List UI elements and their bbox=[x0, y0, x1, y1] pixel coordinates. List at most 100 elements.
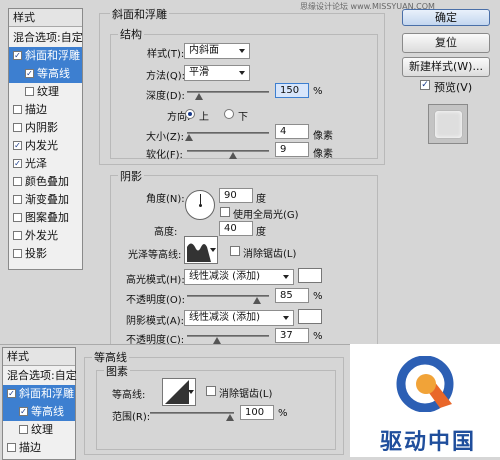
style-list-item-checkbox[interactable]: ✓ bbox=[13, 141, 22, 150]
style-list-item[interactable]: 渐变叠加 bbox=[9, 191, 82, 209]
range-input[interactable]: 100 bbox=[240, 405, 274, 420]
style-list-item[interactable]: ✓ 内发光 bbox=[9, 137, 82, 155]
overlay-style-list: 样式 混合选项:自定 ✓ 斜面和浮雕 ✓ 等高线 纹理 描边 bbox=[2, 347, 77, 460]
direction-up-radio[interactable] bbox=[185, 109, 195, 119]
size-input[interactable]: 4 bbox=[275, 124, 309, 139]
range-slider-thumb[interactable] bbox=[225, 414, 234, 421]
direction-up-label: 上 bbox=[199, 112, 209, 123]
contour-picker[interactable] bbox=[162, 378, 196, 406]
depth-input[interactable]: 150 bbox=[275, 83, 309, 98]
shadow-opacity-thumb[interactable] bbox=[213, 337, 222, 344]
angle-dial-needle bbox=[200, 194, 201, 205]
gloss-anti-alias-label: 消除锯齿(L) bbox=[243, 249, 297, 260]
style-list-item-label: 颜色叠加 bbox=[25, 175, 69, 188]
altitude-input[interactable]: 40 bbox=[219, 221, 253, 236]
style-list-item-checkbox[interactable] bbox=[13, 231, 22, 240]
style-list-item[interactable]: 纹理 bbox=[9, 83, 82, 101]
style-list-item-label: 图案叠加 bbox=[25, 211, 69, 224]
style-list: 样式 混合选项:自定 ✓ 斜面和浮雕 ✓ 等高线 纹理 描边 内阴影 ✓ 内发光 ✓ 光泽 颜色叠加 渐变… bbox=[8, 8, 83, 270]
gloss-anti-alias-checkbox[interactable] bbox=[230, 246, 240, 256]
style-list-item-label: 外发光 bbox=[25, 229, 58, 242]
overlay-style-list-item-checkbox[interactable]: ✓ bbox=[19, 407, 28, 416]
style-list-item-label: 混合选项:自定 bbox=[13, 31, 83, 44]
overlay-panel: 样式 混合选项:自定 ✓ 斜面和浮雕 ✓ 等高线 纹理 描边 等高线 图素 等高线: 消除锯… bbox=[0, 344, 350, 460]
gloss-contour-picker[interactable] bbox=[184, 236, 218, 264]
overlay-style-list-item-label: 纹理 bbox=[31, 423, 53, 436]
highlight-color-swatch[interactable] bbox=[298, 268, 322, 283]
highlight-opacity-input[interactable]: 85 bbox=[275, 288, 309, 303]
range-unit: % bbox=[278, 408, 288, 419]
style-list-item-checkbox[interactable] bbox=[13, 249, 22, 258]
highlight-mode-combo[interactable]: 线性减淡 (添加) bbox=[184, 269, 294, 285]
style-list-item-checkbox[interactable] bbox=[25, 87, 34, 96]
chevron-down-icon bbox=[283, 316, 289, 320]
overlay-style-list-header: 样式 bbox=[3, 348, 75, 366]
method-combo[interactable]: 平滑 bbox=[184, 65, 250, 81]
reset-button[interactable]: 复位 bbox=[402, 33, 490, 53]
style-list-item[interactable]: 混合选项:自定 bbox=[9, 29, 83, 47]
style-list-item[interactable]: 内阴影 bbox=[9, 119, 82, 137]
global-light-checkbox[interactable] bbox=[220, 207, 230, 217]
style-list-item[interactable]: 图案叠加 bbox=[9, 209, 82, 227]
size-label: 大小(Z): bbox=[146, 132, 185, 143]
style-list-item-checkbox[interactable] bbox=[13, 105, 22, 114]
direction-down-radio[interactable] bbox=[224, 109, 234, 119]
style-list-item[interactable]: ✓ 斜面和浮雕 bbox=[9, 47, 82, 65]
shadow-opacity-slider[interactable] bbox=[187, 335, 269, 337]
ok-button[interactable]: 确定 bbox=[402, 9, 490, 26]
depth-slider-thumb[interactable] bbox=[195, 93, 204, 100]
style-list-item-checkbox[interactable] bbox=[13, 123, 22, 132]
soften-input[interactable]: 9 bbox=[275, 142, 309, 157]
style-label: 样式(T): bbox=[147, 49, 185, 60]
contour-linear-icon bbox=[165, 380, 189, 404]
altitude-label: 高度: bbox=[154, 227, 178, 238]
style-list-item-checkbox[interactable] bbox=[13, 195, 22, 204]
overlay-style-list-item-label: 等高线 bbox=[31, 405, 64, 418]
contour-anti-alias-checkbox[interactable] bbox=[206, 386, 216, 396]
style-list-item-checkbox[interactable] bbox=[13, 213, 22, 222]
gloss-contour-label: 光泽等高线: bbox=[128, 250, 182, 261]
size-slider-thumb[interactable] bbox=[185, 134, 194, 141]
chevron-down-icon bbox=[283, 275, 289, 279]
style-list-item-checkbox[interactable]: ✓ bbox=[13, 159, 22, 168]
style-list-item-label: 等高线 bbox=[37, 67, 70, 80]
overlay-style-list-item-label: 描边 bbox=[19, 441, 41, 454]
overlay-style-list-item[interactable]: 混合选项:自定 bbox=[3, 367, 77, 385]
style-list-item[interactable]: 颜色叠加 bbox=[9, 173, 82, 191]
overlay-style-list-item[interactable]: ✓ 斜面和浮雕 bbox=[3, 385, 75, 403]
overlay-style-list-item-checkbox[interactable]: ✓ bbox=[7, 389, 16, 398]
overlay-style-list-item-checkbox[interactable] bbox=[19, 425, 28, 434]
range-slider[interactable] bbox=[150, 412, 234, 414]
overlay-style-list-item-checkbox[interactable] bbox=[7, 443, 16, 452]
shadow-mode-value: 线性减淡 (添加) bbox=[189, 312, 260, 323]
overlay-style-list-item[interactable]: ✓ 等高线 bbox=[3, 403, 75, 421]
style-list-item[interactable]: 外发光 bbox=[9, 227, 82, 245]
style-list-item[interactable]: ✓ 等高线 bbox=[9, 65, 82, 83]
shadow-mode-combo[interactable]: 线性减淡 (添加) bbox=[184, 310, 294, 326]
overlay-style-list-item[interactable]: 描边 bbox=[3, 439, 75, 457]
style-list-item-checkbox[interactable]: ✓ bbox=[25, 69, 34, 78]
size-slider[interactable] bbox=[187, 132, 269, 134]
style-combo[interactable]: 内斜面 bbox=[184, 43, 250, 59]
angle-dial[interactable] bbox=[185, 190, 215, 220]
chevron-down-icon bbox=[188, 390, 194, 394]
style-list-item-checkbox[interactable]: ✓ bbox=[13, 51, 22, 60]
highlight-opacity-thumb[interactable] bbox=[252, 297, 261, 304]
style-list-item-checkbox[interactable] bbox=[13, 177, 22, 186]
highlight-opacity-label: 不透明度(O): bbox=[126, 295, 186, 306]
new-style-button[interactable]: 新建样式(W)... bbox=[402, 57, 490, 77]
style-list-item[interactable]: ✓ 光泽 bbox=[9, 155, 82, 173]
overlay-style-list-item[interactable]: 纹理 bbox=[3, 421, 75, 439]
logo-area: 驱动中国 bbox=[350, 344, 500, 457]
preview-checkbox[interactable]: ✓ bbox=[420, 80, 430, 90]
shadow-opacity-input[interactable]: 37 bbox=[275, 328, 309, 343]
depth-label: 深度(D): bbox=[146, 91, 185, 102]
style-list-item[interactable]: 描边 bbox=[9, 101, 82, 119]
preview-shape bbox=[435, 111, 462, 138]
preview-thumbnail bbox=[428, 104, 468, 144]
soften-slider-thumb[interactable] bbox=[228, 152, 237, 159]
angle-input[interactable]: 90 bbox=[219, 188, 253, 203]
direction-down-label: 下 bbox=[238, 112, 248, 123]
shadow-color-swatch[interactable] bbox=[298, 309, 322, 324]
style-list-item[interactable]: 投影 bbox=[9, 245, 82, 263]
